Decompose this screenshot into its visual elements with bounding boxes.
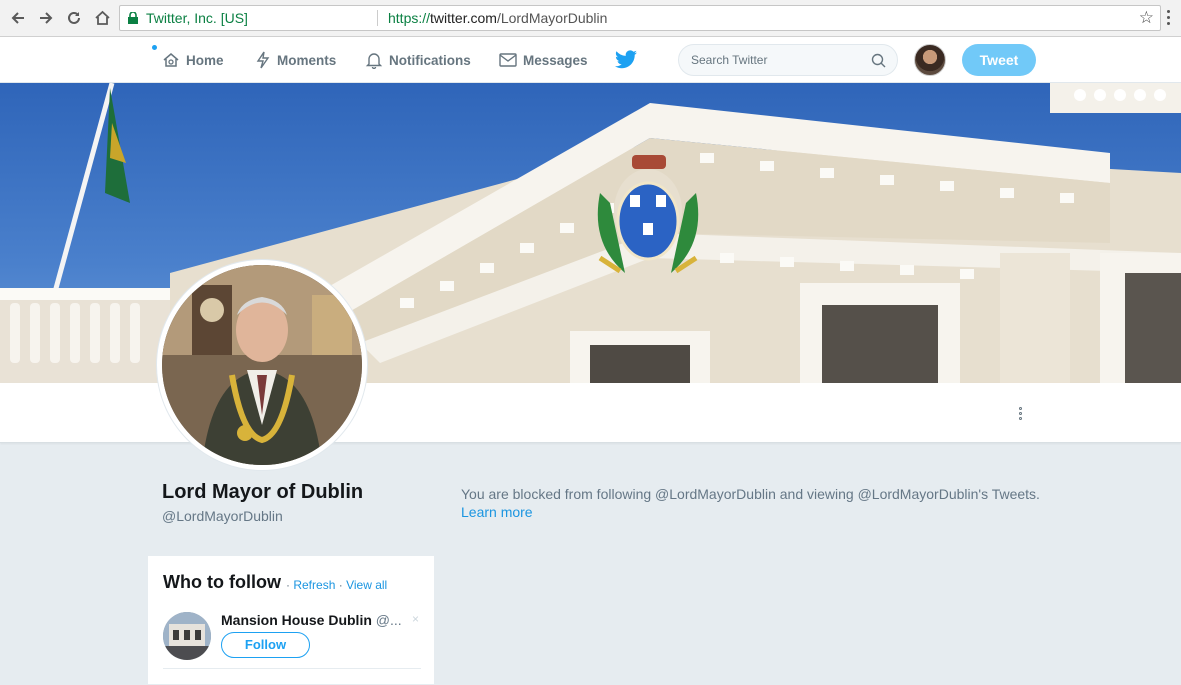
nav-messages-label: Messages — [523, 52, 588, 68]
view-all-link[interactable]: View all — [346, 578, 387, 592]
twitter-topbar: Home Moments Notifications Messages Sear… — [0, 37, 1181, 83]
home-notification-dot — [152, 45, 157, 50]
who-to-follow-module: Who to follow · Refresh · View all Mansi… — [147, 555, 435, 685]
suggestion-name: Mansion House Dublin — [221, 612, 372, 628]
lock-icon — [128, 12, 138, 24]
home-icon[interactable] — [90, 6, 114, 30]
omnibox-separator — [377, 10, 378, 26]
nav-home[interactable]: Home — [162, 37, 224, 83]
separator-dot: · — [286, 578, 290, 592]
url-text: https://twitter.com/LordMayorDublin — [388, 6, 607, 30]
lightning-icon — [256, 51, 270, 69]
reload-icon[interactable] — [62, 6, 86, 30]
nav-moments-label: Moments — [277, 52, 337, 68]
twitter-bird-icon[interactable] — [614, 50, 638, 70]
forward-arrow-icon[interactable] — [34, 6, 58, 30]
nav-notifications[interactable]: Notifications — [365, 37, 471, 83]
url-host: twitter.com — [430, 10, 497, 26]
star-icon[interactable]: ☆ — [1139, 6, 1154, 30]
search-placeholder: Search Twitter — [691, 53, 768, 67]
profile-handle: @LordMayorDublin — [162, 508, 283, 524]
refresh-link[interactable]: Refresh — [293, 578, 335, 592]
suggestion-name-line[interactable]: Mansion House Dublin @... — [221, 612, 402, 628]
url-path: /LordMayorDublin — [496, 10, 608, 26]
dismiss-icon[interactable]: × — [412, 612, 419, 626]
bell-icon — [365, 53, 383, 69]
suggestion-photo — [163, 612, 211, 660]
blocked-message: You are blocked from following @LordMayo… — [461, 486, 1040, 502]
address-bar[interactable]: Twitter, Inc. [US] https://twitter.com/L… — [119, 5, 1161, 31]
envelope-icon — [499, 53, 517, 67]
menu-icon[interactable] — [1167, 10, 1171, 26]
follow-button[interactable]: Follow — [221, 632, 310, 658]
divider — [163, 668, 421, 669]
nav-messages[interactable]: Messages — [499, 37, 588, 83]
user-avatar[interactable] — [914, 44, 946, 76]
profile-name: Lord Mayor of Dublin — [162, 481, 364, 503]
profile-avatar[interactable] — [157, 260, 367, 470]
separator-dot: · — [338, 578, 343, 592]
nav-notifications-label: Notifications — [389, 52, 471, 68]
nav-moments[interactable]: Moments — [255, 37, 336, 83]
nav-home-label: Home — [186, 52, 224, 68]
url-scheme: https:// — [388, 10, 431, 26]
who-to-follow-title: Who to follow — [163, 572, 281, 592]
profile-photo — [162, 265, 362, 465]
search-icon[interactable] — [871, 53, 886, 68]
who-to-follow-links: · Refresh · View all — [286, 578, 387, 592]
security-org-label: Twitter, Inc. [US] — [146, 10, 248, 26]
suggestion-handle: @... — [375, 612, 402, 628]
search-input[interactable]: Search Twitter — [678, 44, 898, 76]
more-options-icon[interactable] — [1019, 407, 1023, 422]
back-arrow-icon[interactable] — [6, 6, 30, 30]
home-nav-icon — [163, 53, 179, 67]
suggestion-avatar[interactable] — [163, 612, 211, 660]
browser-toolbar: Twitter, Inc. [US] https://twitter.com/L… — [0, 0, 1181, 37]
tweet-button[interactable]: Tweet — [962, 44, 1036, 76]
learn-more-link[interactable]: Learn more — [461, 504, 533, 520]
